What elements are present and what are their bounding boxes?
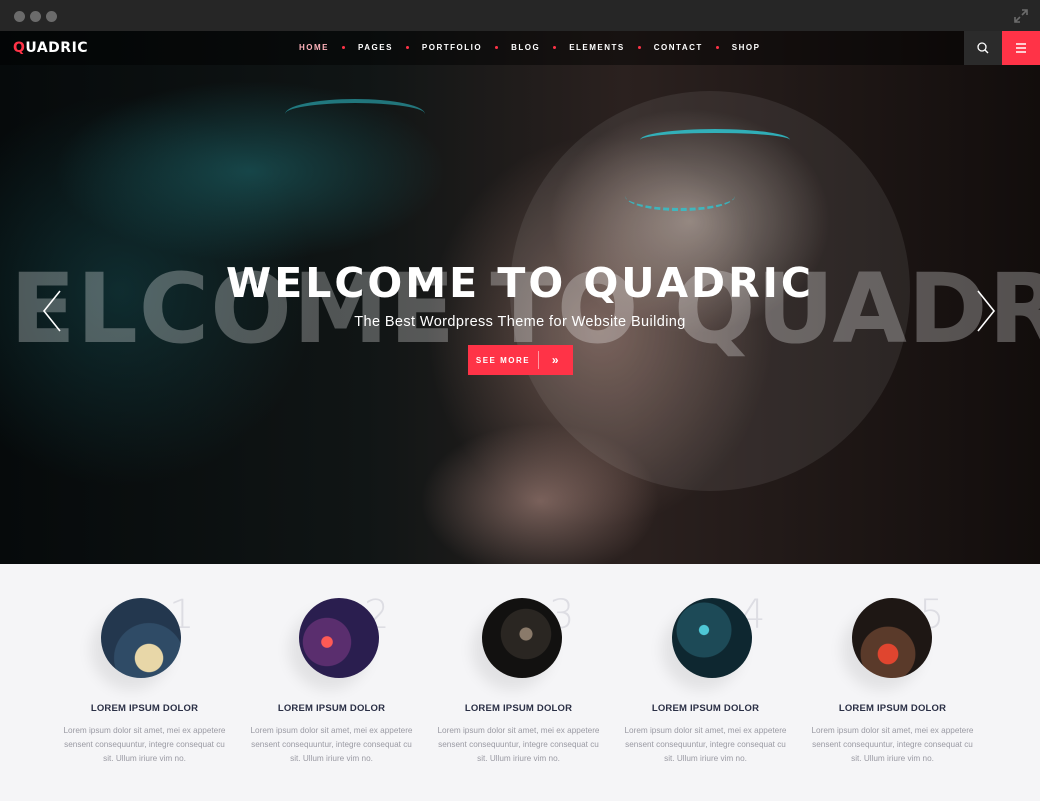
logo-accent-letter: Q bbox=[13, 40, 26, 56]
search-icon bbox=[977, 42, 989, 54]
window-dot-icon[interactable] bbox=[30, 11, 41, 22]
hero-slider: ELCOME TO QUADRI WELCOME TO QUADRIC The … bbox=[0, 31, 1040, 564]
nav-item-elements[interactable]: ELEMENTS bbox=[569, 43, 625, 52]
feature-image[interactable] bbox=[101, 598, 181, 678]
hamburger-icon bbox=[1016, 43, 1026, 53]
window-dot-icon[interactable] bbox=[14, 11, 25, 22]
feature-image[interactable] bbox=[672, 598, 752, 678]
feature-title: LOREM IPSUM DOLOR bbox=[838, 703, 947, 714]
hero-headline: WELCOME TO QUADRIC bbox=[225, 259, 815, 307]
browser-chrome bbox=[0, 0, 1040, 31]
expand-icon[interactable] bbox=[1014, 9, 1028, 23]
main-menu: HOME PAGES PORTFOLIO BLOG ELEMENTS CONTA… bbox=[299, 43, 760, 52]
feature-title: LOREM IPSUM DOLOR bbox=[277, 703, 386, 714]
nav-item-contact[interactable]: CONTACT bbox=[654, 43, 703, 52]
hero-image-detail bbox=[285, 99, 425, 129]
menu-separator-dot bbox=[405, 46, 409, 49]
logo-text: UADRIC bbox=[25, 40, 89, 56]
features-section: 1 LOREM IPSUM DOLOR Lorem ipsum dolor si… bbox=[0, 564, 1040, 801]
feature-title: LOREM IPSUM DOLOR bbox=[464, 703, 573, 714]
menu-button[interactable] bbox=[1002, 31, 1040, 65]
nav-item-portfolio[interactable]: PORTFOLIO bbox=[422, 43, 482, 52]
chevron-right-icon[interactable] bbox=[972, 289, 1002, 333]
feature-image[interactable] bbox=[482, 598, 562, 678]
menu-separator-dot bbox=[342, 46, 345, 49]
feature-description: Lorem ipsum dolor sit amet, mei ex appet… bbox=[811, 726, 974, 763]
menu-separator-dot bbox=[553, 46, 557, 49]
double-chevron-right-icon: » bbox=[551, 353, 561, 367]
feature-description: Lorem ipsum dolor sit amet, mei ex appet… bbox=[250, 726, 413, 763]
logo[interactable]: QUADRIC bbox=[13, 40, 88, 56]
nav-item-blog[interactable]: BLOG bbox=[511, 43, 540, 52]
feature-title: LOREM IPSUM DOLOR bbox=[651, 703, 760, 714]
nav-item-shop[interactable]: SHOP bbox=[732, 43, 761, 52]
feature-image[interactable] bbox=[299, 598, 379, 678]
nav-item-home[interactable]: HOME bbox=[299, 43, 329, 52]
feature-description: Lorem ipsum dolor sit amet, mei ex appet… bbox=[624, 726, 787, 763]
feature-description: Lorem ipsum dolor sit amet, mei ex appet… bbox=[437, 726, 600, 763]
menu-separator-dot bbox=[495, 46, 499, 49]
window-dot-icon[interactable] bbox=[46, 11, 57, 22]
feature-title: LOREM IPSUM DOLOR bbox=[90, 703, 199, 714]
menu-separator-dot bbox=[637, 46, 641, 49]
chevron-left-icon[interactable] bbox=[36, 289, 66, 333]
hero-image-detail bbox=[640, 129, 790, 151]
search-button[interactable] bbox=[964, 31, 1002, 65]
see-more-button[interactable]: SEE MORE » bbox=[468, 345, 573, 375]
hero-subheadline: The Best Wordpress Theme for Website Bui… bbox=[354, 314, 686, 330]
see-more-label: SEE MORE bbox=[475, 355, 531, 365]
feature-description: Lorem ipsum dolor sit amet, mei ex appet… bbox=[63, 726, 226, 763]
feature-image[interactable] bbox=[852, 598, 932, 678]
hero-image-detail bbox=[625, 181, 735, 211]
nav-item-pages[interactable]: PAGES bbox=[358, 43, 393, 52]
menu-separator-dot bbox=[715, 46, 719, 49]
top-navigation: QUADRIC HOME PAGES PORTFOLIO BLOG ELEMEN… bbox=[0, 31, 1040, 65]
